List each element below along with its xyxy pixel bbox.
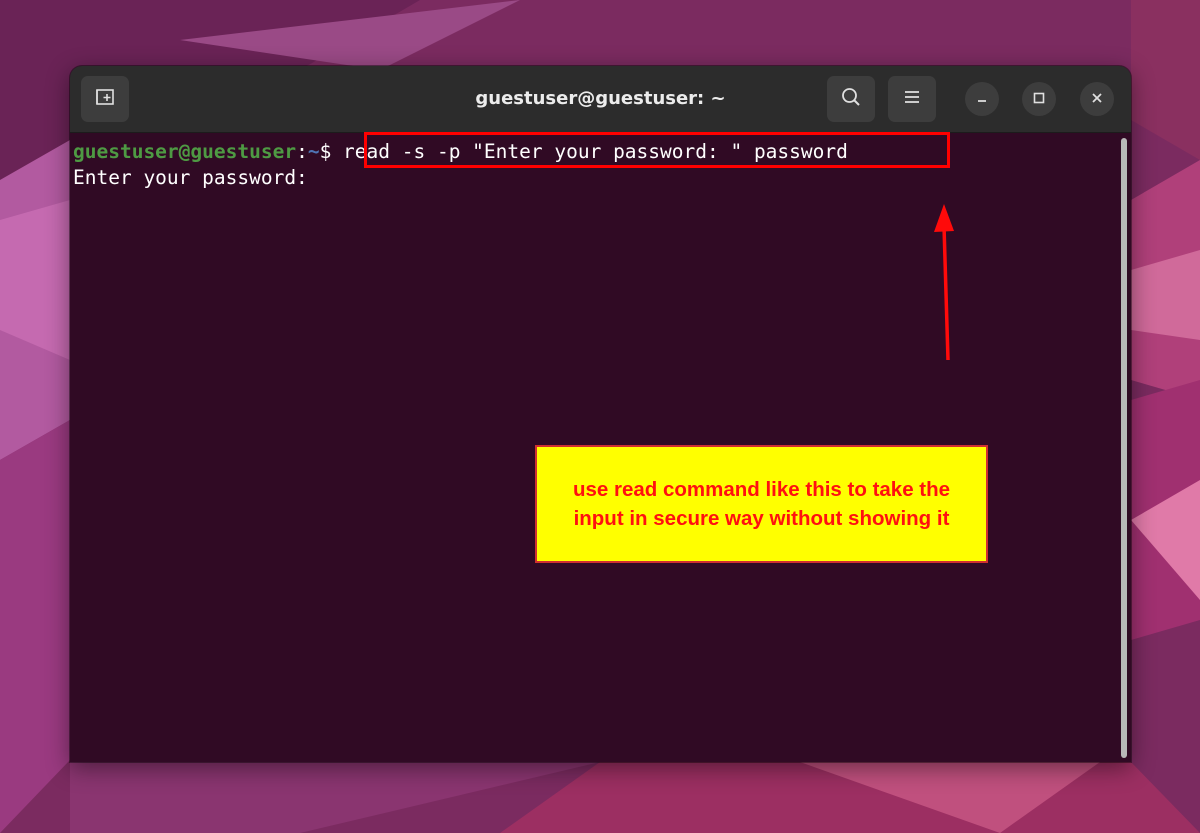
annotation-arrow-icon (934, 204, 954, 361)
maximize-button[interactable] (1022, 82, 1056, 116)
annotation-note: use read command like this to take the i… (535, 445, 988, 563)
output-line: Enter your password: (73, 166, 320, 189)
close-button[interactable] (1080, 82, 1114, 116)
terminal-window: guestuser@guestuser: ~ guestuser@guestus… (70, 66, 1131, 762)
scrollbar-thumb[interactable] (1121, 138, 1127, 758)
minimize-button[interactable] (965, 82, 999, 116)
menu-button[interactable] (888, 76, 936, 122)
window-titlebar[interactable]: guestuser@guestuser: ~ (70, 66, 1131, 133)
minimize-icon (975, 90, 989, 109)
prompt-symbol: $ (319, 140, 344, 163)
scrollbar[interactable] (1119, 138, 1127, 758)
hamburger-menu-icon (902, 87, 922, 111)
search-icon (840, 86, 862, 112)
close-icon (1090, 90, 1104, 109)
annotation-note-text: use read command like this to take the i… (572, 478, 951, 530)
maximize-icon (1032, 90, 1046, 109)
search-button[interactable] (827, 76, 875, 122)
prompt-separator: : (296, 140, 308, 163)
command-highlight-box (364, 132, 950, 168)
prompt-user: guestuser@guestuser (73, 140, 297, 163)
prompt-path: ~ (307, 140, 320, 163)
